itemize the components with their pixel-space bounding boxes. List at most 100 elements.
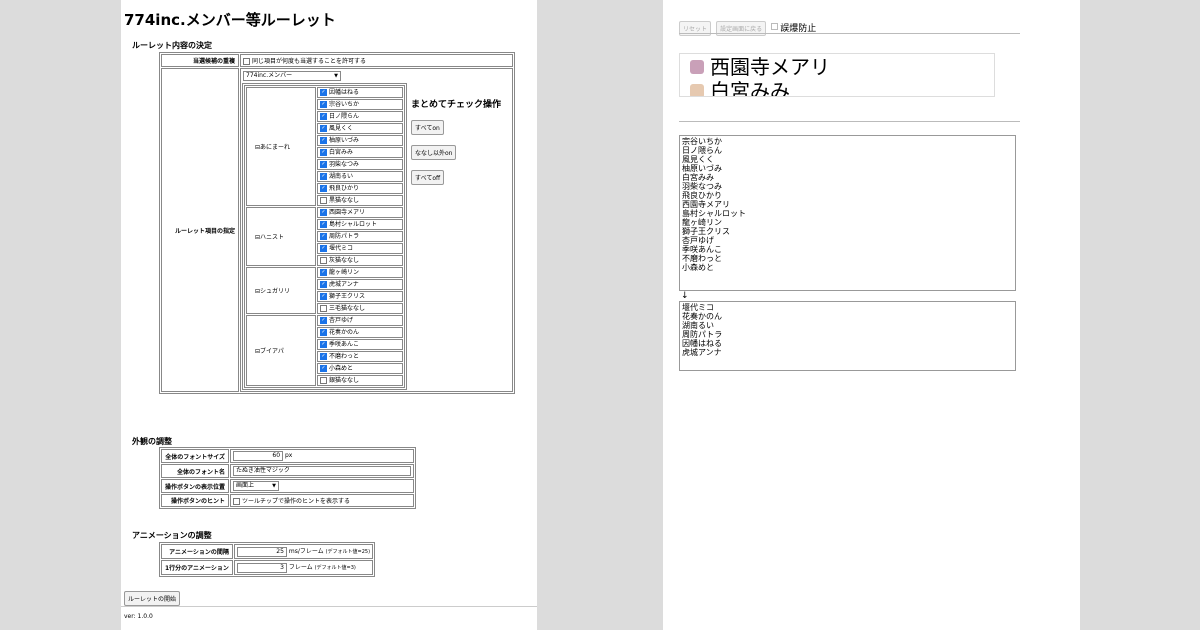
member-checkbox[interactable] [320, 245, 327, 252]
items-layout: ⊟あにまーれ 因幡はねる宗谷いちか日ノ隈らん風見くく柚原いづみ白宮みみ羽柴なつみ湖… [242, 83, 505, 390]
member-label: 羽柴なつみ [329, 161, 360, 168]
member-checkbox[interactable] [320, 173, 327, 180]
except-nanashi-on-button[interactable]: ななし以外on [411, 145, 457, 160]
member-label: 白宮みみ [329, 149, 354, 156]
member-table: ⊟あにまーれ 因幡はねる宗谷いちか日ノ隈らん風見くく柚原いづみ白宮みみ羽柴なつみ湖… [244, 85, 405, 388]
preset-select[interactable]: 774inc.メンバー ▼ [243, 71, 341, 81]
member-label: 黒猫ななし [329, 197, 360, 204]
member-checkbox[interactable] [320, 137, 327, 144]
member-option[interactable]: 三毛猫ななし [317, 303, 403, 314]
member-checkbox[interactable] [320, 149, 327, 156]
member-option[interactable]: 西園寺メアリ [317, 207, 403, 218]
button-hint-option[interactable]: ツールチップで操作のヒントを表示する [230, 494, 415, 507]
member-label: 周防パトラ [329, 233, 360, 240]
member-label: 三毛猫ななし [329, 305, 366, 312]
member-option[interactable]: 島村シャルロット [317, 219, 403, 230]
start-roulette-button[interactable]: ルーレットの開始 [124, 591, 181, 606]
chevron-down-icon: ▼ [272, 483, 277, 489]
member-checkbox[interactable] [320, 293, 327, 300]
member-checkbox[interactable] [320, 197, 327, 204]
member-checkbox[interactable] [320, 305, 327, 312]
version-text: ver: 1.0.0 [124, 613, 153, 620]
member-checkbox[interactable] [320, 101, 327, 108]
member-checkbox[interactable] [320, 341, 327, 348]
dup-option-text: 同じ項目が何度も当選することを許可する [252, 58, 367, 65]
member-checkbox[interactable] [320, 125, 327, 132]
roulette-display: 西園寺メアリ 白宮みみ [679, 53, 995, 97]
button-hint-label: 操作ボタンのヒント [161, 494, 230, 507]
member-option[interactable]: 花奏かのん [317, 327, 403, 338]
member-label: 日ノ隈らん [329, 113, 360, 120]
member-option[interactable]: 日ノ隈らん [317, 111, 403, 122]
member-checkbox[interactable] [320, 281, 327, 288]
member-checkbox[interactable] [320, 377, 327, 384]
member-label: 西園寺メアリ [329, 209, 366, 216]
member-option[interactable]: 銀猫ななし [317, 375, 403, 386]
member-option[interactable]: 羽柴なつみ [317, 159, 403, 170]
bulk-ops: まとめてチェック操作 すべてon ななし以外on すべてoff [407, 83, 505, 390]
member-checkbox[interactable] [320, 161, 327, 168]
all-on-button[interactable]: すべてon [411, 120, 444, 135]
interval-input[interactable]: 25 [236, 547, 287, 557]
font-name-input[interactable]: たぬき油性マジック [233, 466, 412, 476]
button-hint-text: ツールチップで操作のヒントを表示する [242, 498, 351, 505]
member-checkbox[interactable] [320, 269, 327, 276]
member-checkbox[interactable] [320, 317, 327, 324]
group-toggle[interactable]: ⊟シュガリリ [246, 267, 316, 314]
member-checkbox[interactable] [320, 221, 327, 228]
picked-list-textarea[interactable]: 堰代ミコ 花奏かのん 湖南るい 周防パトラ 因幡はねる 虎城アンナ [679, 301, 1016, 371]
member-row: ⊟ハニスト 西園寺メアリ [246, 207, 403, 266]
member-checkbox[interactable] [320, 185, 327, 192]
member-checkbox[interactable] [320, 233, 327, 240]
member-checkbox[interactable] [320, 257, 327, 264]
font-size-input[interactable]: 60 [233, 451, 284, 461]
roulette-section-title: ルーレット内容の決定 [132, 41, 212, 50]
member-option[interactable]: 灰猫ななし [317, 255, 403, 266]
button-pos-select[interactable]: 画面上 ▼ [233, 481, 280, 491]
member-checkbox[interactable] [320, 329, 327, 336]
member-checkbox[interactable] [320, 113, 327, 120]
member-label: 因幡はねる [329, 89, 360, 96]
dup-label: 当選候補の重複 [161, 54, 239, 67]
member-option[interactable]: 小森めと [317, 363, 403, 374]
member-option[interactable]: 堰代ミコ [317, 243, 403, 254]
dup-option[interactable]: 同じ項目が何度も当選することを許可する [240, 54, 513, 67]
group-toggle[interactable]: ⊟あにまーれ [246, 87, 316, 206]
member-option[interactable]: 龍ヶ崎リン [317, 267, 403, 278]
member-option[interactable]: 黒猫ななし [317, 195, 403, 206]
prevent-misfire-checkbox[interactable] [771, 23, 779, 30]
member-option[interactable]: 白宮みみ [317, 147, 403, 158]
member-option[interactable]: 杏戸ゆげ [317, 315, 403, 326]
member-option[interactable]: 周防パトラ [317, 231, 403, 242]
all-off-button[interactable]: すべてoff [411, 170, 445, 185]
member-option[interactable]: 季咲あんこ [317, 339, 403, 350]
button-hint-checkbox[interactable] [233, 498, 241, 505]
interval-label: アニメーションの間隔 [161, 544, 233, 559]
dup-checkbox[interactable] [243, 58, 250, 65]
member-checkbox[interactable] [320, 353, 327, 360]
remaining-list-textarea[interactable]: 宗谷いちか 日ノ隈らん 風見くく 柚原いづみ 白宮みみ 羽柴なつみ 飛良ひかり … [679, 135, 1016, 291]
group-toggle[interactable]: ⊟ブイアパ [246, 315, 316, 386]
member-checkbox[interactable] [320, 365, 327, 372]
member-option[interactable]: 宗谷いちか [317, 99, 403, 110]
member-checkbox[interactable] [320, 89, 327, 96]
roulette-toolbar: リセット 設定画面に戻る 誤爆防止 [679, 16, 816, 46]
per-row-input[interactable]: 3 [236, 563, 287, 573]
member-row: ⊟ブイアパ 杏戸ゆげ [246, 315, 403, 386]
member-option[interactable]: 飛良ひかり [317, 183, 403, 194]
display-divider [679, 121, 1020, 122]
member-option[interactable]: 獅子王クリス [317, 291, 403, 302]
appearance-table: 全体のフォントサイズ 60 px 全体のフォント名 たぬき油性マジック 操作ボタ… [159, 447, 417, 509]
member-option[interactable]: 不磨わっと [317, 351, 403, 362]
member-option[interactable]: 湖南るい [317, 171, 403, 182]
group-toggle[interactable]: ⊟ハニスト [246, 207, 316, 266]
member-avatar-icon [690, 84, 704, 96]
member-checkbox[interactable] [320, 209, 327, 216]
member-option[interactable]: 風見くく [317, 123, 403, 134]
member-option[interactable]: 因幡はねる [317, 87, 403, 98]
member-option[interactable]: 虎城アンナ [317, 279, 403, 290]
roulette-settings-table: 当選候補の重複 同じ項目が何度も当選することを許可する ルーレット項目の指定 7… [159, 52, 515, 394]
button-pos-label: 操作ボタンの表示位置 [161, 479, 230, 493]
preset-select-value: 774inc.メンバー [246, 72, 293, 79]
member-option[interactable]: 柚原いづみ [317, 135, 403, 146]
